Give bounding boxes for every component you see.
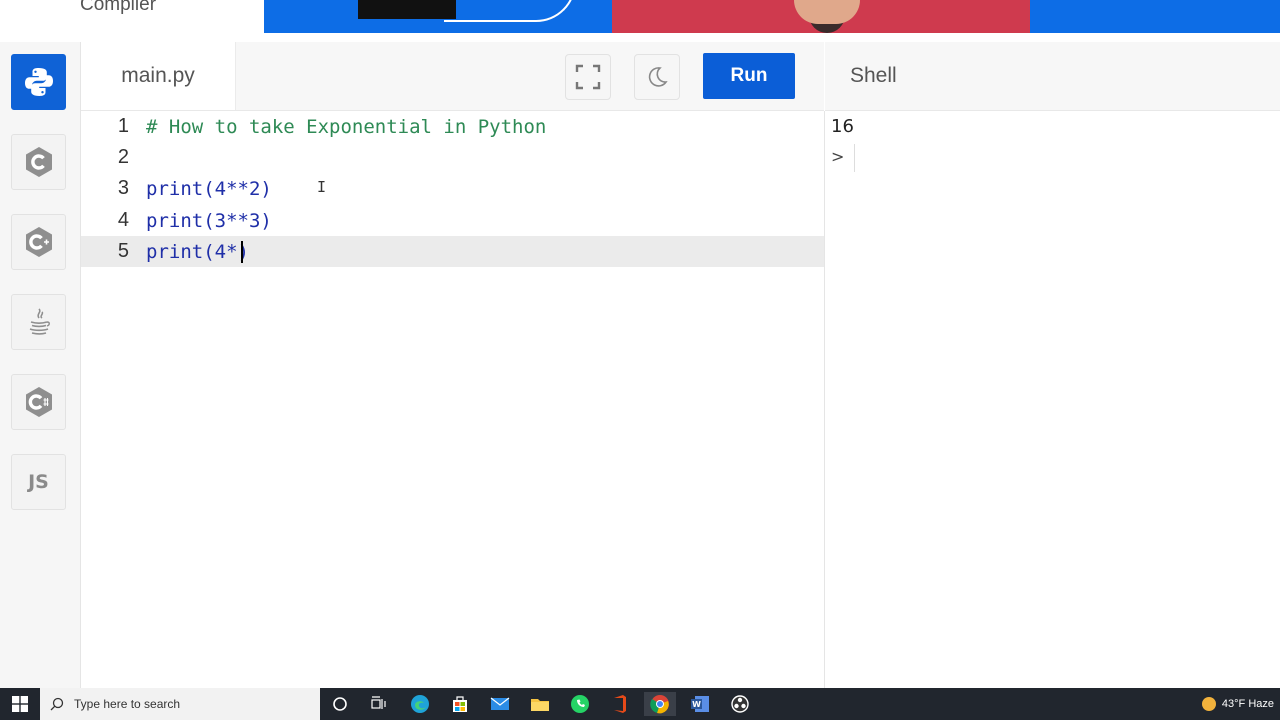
task-view-icon <box>371 696 386 709</box>
file-explorer-taskbar-button[interactable] <box>528 692 552 716</box>
code-line[interactable]: 4 print(3**3) <box>81 205 824 236</box>
edge-taskbar-button[interactable] <box>408 692 432 716</box>
code-line[interactable]: 2 <box>81 142 824 173</box>
shell-header: Shell <box>825 42 1280 111</box>
weather-sun-icon <box>1201 697 1216 711</box>
brand-text: Compiler <box>80 0 157 15</box>
python-icon <box>24 68 53 96</box>
code-editor[interactable]: 1 # How to take Exponential in Python 2 … <box>81 111 825 688</box>
language-js-button[interactable]: JS <box>11 454 66 510</box>
language-c-button[interactable] <box>11 134 66 190</box>
folder-icon <box>531 699 549 711</box>
whatsapp-icon <box>571 695 589 713</box>
fullscreen-icon <box>575 64 601 90</box>
weather-widget[interactable]: 43°F Haze <box>1201 688 1274 720</box>
cortana-button[interactable] <box>328 692 352 716</box>
start-button[interactable] <box>0 688 40 720</box>
text-cursor <box>241 241 243 263</box>
shell-input[interactable] <box>854 144 855 172</box>
code-line[interactable]: 3 print(4**2) <box>81 173 824 204</box>
line-number: 4 <box>117 209 129 231</box>
moon-icon <box>648 67 668 87</box>
c-icon <box>25 147 52 177</box>
language-sidebar: JS <box>0 42 81 688</box>
line-number: 2 <box>117 146 129 168</box>
code-line-active[interactable]: 5 print(4*) <box>81 236 824 267</box>
store-taskbar-button[interactable] <box>448 692 472 716</box>
search-icon <box>50 697 64 711</box>
editor-header: main.py Run <box>81 42 824 111</box>
taskbar: Type here to search W 43°F Haze <box>0 688 1280 720</box>
whatsapp-taskbar-button[interactable] <box>568 692 592 716</box>
file-tab-main[interactable]: main.py <box>81 42 236 110</box>
cortana-icon <box>333 697 347 711</box>
java-icon <box>29 308 50 335</box>
language-csharp-button[interactable] <box>11 374 66 430</box>
obs-taskbar-button[interactable] <box>728 692 752 716</box>
language-python-button[interactable] <box>11 54 66 110</box>
office-taskbar-button[interactable] <box>608 692 632 716</box>
chrome-taskbar-button[interactable] <box>644 692 676 716</box>
obs-icon <box>731 695 749 713</box>
language-cplusplus-button[interactable] <box>11 214 66 270</box>
word-icon: W <box>691 696 709 712</box>
line-number: 3 <box>117 177 129 199</box>
edge-icon <box>411 695 429 713</box>
shell-panel[interactable]: 16 > <box>825 111 1280 688</box>
shell-title: Shell <box>850 64 897 87</box>
svg-text:W: W <box>692 700 701 709</box>
mouse-ibeam-cursor: I <box>317 178 327 196</box>
code-text[interactable]: print(4**2) <box>146 178 272 200</box>
advertisement-banner[interactable] <box>264 0 1280 33</box>
taskbar-search-input[interactable]: Type here to search <box>40 688 320 720</box>
js-icon: JS <box>28 471 49 493</box>
shell-output: 16 <box>831 116 854 137</box>
store-icon <box>453 696 467 712</box>
brand-area: Compiler <box>0 0 264 33</box>
fullscreen-button[interactable] <box>565 54 611 100</box>
line-number: 1 <box>117 115 129 137</box>
top-banner: Compiler <box>0 0 1280 33</box>
word-taskbar-button[interactable]: W <box>688 692 712 716</box>
theme-toggle-button[interactable] <box>634 54 680 100</box>
csharp-icon <box>25 387 52 417</box>
windows-icon <box>12 696 28 712</box>
code-text[interactable]: # How to take Exponential in Python <box>146 116 546 138</box>
code-text[interactable]: print(3**3) <box>146 210 272 232</box>
mail-taskbar-button[interactable] <box>488 692 512 716</box>
mail-icon <box>490 697 510 710</box>
line-number: 5 <box>117 240 129 262</box>
run-button[interactable]: Run <box>703 53 795 99</box>
weather-text: 43°F Haze <box>1221 698 1274 710</box>
cplusplus-icon <box>25 227 52 257</box>
language-java-button[interactable] <box>11 294 66 350</box>
office-icon <box>614 695 626 713</box>
ad-decoration <box>444 0 576 22</box>
search-placeholder: Type here to search <box>74 697 181 711</box>
task-view-button[interactable] <box>367 692 391 716</box>
code-text[interactable]: print(4*) <box>146 241 249 263</box>
code-line[interactable]: 1 # How to take Exponential in Python <box>81 111 824 142</box>
shell-prompt: > <box>831 147 845 166</box>
ad-logo-block <box>358 0 456 19</box>
chrome-icon <box>650 695 669 714</box>
